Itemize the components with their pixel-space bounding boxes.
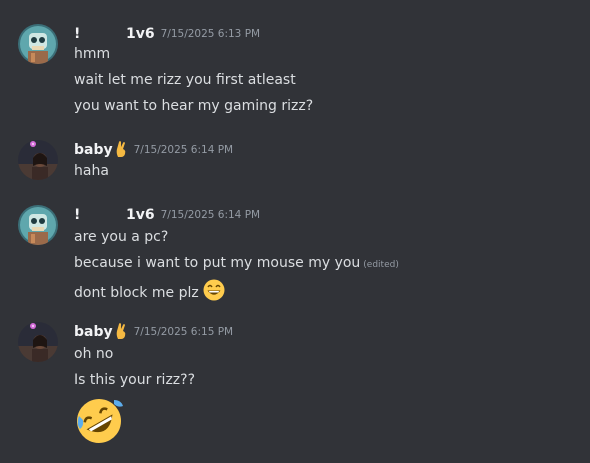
- message-text-edited: because i want to put my mouse my you (ed…: [74, 253, 399, 275]
- timestamp[interactable]: 7/15/2025 6:13 PM: [161, 24, 260, 44]
- message-text: are you a pc?: [74, 229, 169, 245]
- rolling-on-floor-laughing-emoji-icon: [74, 396, 124, 450]
- skull-robot-avatar-icon: [18, 205, 58, 245]
- chat-message-list: ! 1v6 7/15/2025 6:13 PM hmm wait let me ri…: [0, 0, 590, 463]
- fingers-crossed-icon: [114, 140, 128, 162]
- avatar[interactable]: [18, 322, 58, 362]
- avatar[interactable]: [18, 24, 58, 64]
- message-text: wait let me rizz you first atleast: [74, 72, 296, 88]
- message-text: dont block me plz: [74, 285, 199, 301]
- message-text: hmm: [74, 46, 111, 62]
- user-tag[interactable]: 1v6: [126, 205, 155, 225]
- message-text: oh no: [74, 346, 114, 362]
- user-tag[interactable]: 1v6: [126, 24, 155, 44]
- girl-night-avatar-icon: [18, 140, 58, 180]
- girl-night-avatar-icon: [18, 322, 58, 362]
- username[interactable]: !: [74, 24, 126, 44]
- message-text-with-emoji: dont block me plz: [74, 279, 225, 307]
- timestamp[interactable]: 7/15/2025 6:15 PM: [134, 322, 233, 342]
- message-header: baby 7/15/2025 6:15 PM: [74, 322, 233, 342]
- message-header: baby 7/15/2025 6:14 PM: [74, 140, 233, 160]
- timestamp[interactable]: 7/15/2025 6:14 PM: [134, 140, 233, 160]
- edited-label: (edited): [363, 260, 399, 270]
- message-text: haha: [74, 163, 109, 179]
- username[interactable]: baby: [74, 140, 113, 160]
- fingers-crossed-icon: [114, 322, 128, 344]
- username[interactable]: baby: [74, 322, 113, 342]
- grinning-face-emoji-icon: [203, 279, 225, 307]
- avatar[interactable]: [18, 205, 58, 245]
- avatar[interactable]: [18, 140, 58, 180]
- message-header: ! 1v6 7/15/2025 6:13 PM: [74, 24, 260, 44]
- skull-robot-avatar-icon: [18, 24, 58, 64]
- message-header: ! 1v6 7/15/2025 6:14 PM: [74, 205, 260, 225]
- message-text: because i want to put my mouse my you: [74, 255, 361, 271]
- timestamp[interactable]: 7/15/2025 6:14 PM: [161, 205, 260, 225]
- message-text: you want to hear my gaming rizz?: [74, 98, 314, 114]
- message-text: Is this your rizz??: [74, 372, 196, 388]
- username[interactable]: !: [74, 205, 126, 225]
